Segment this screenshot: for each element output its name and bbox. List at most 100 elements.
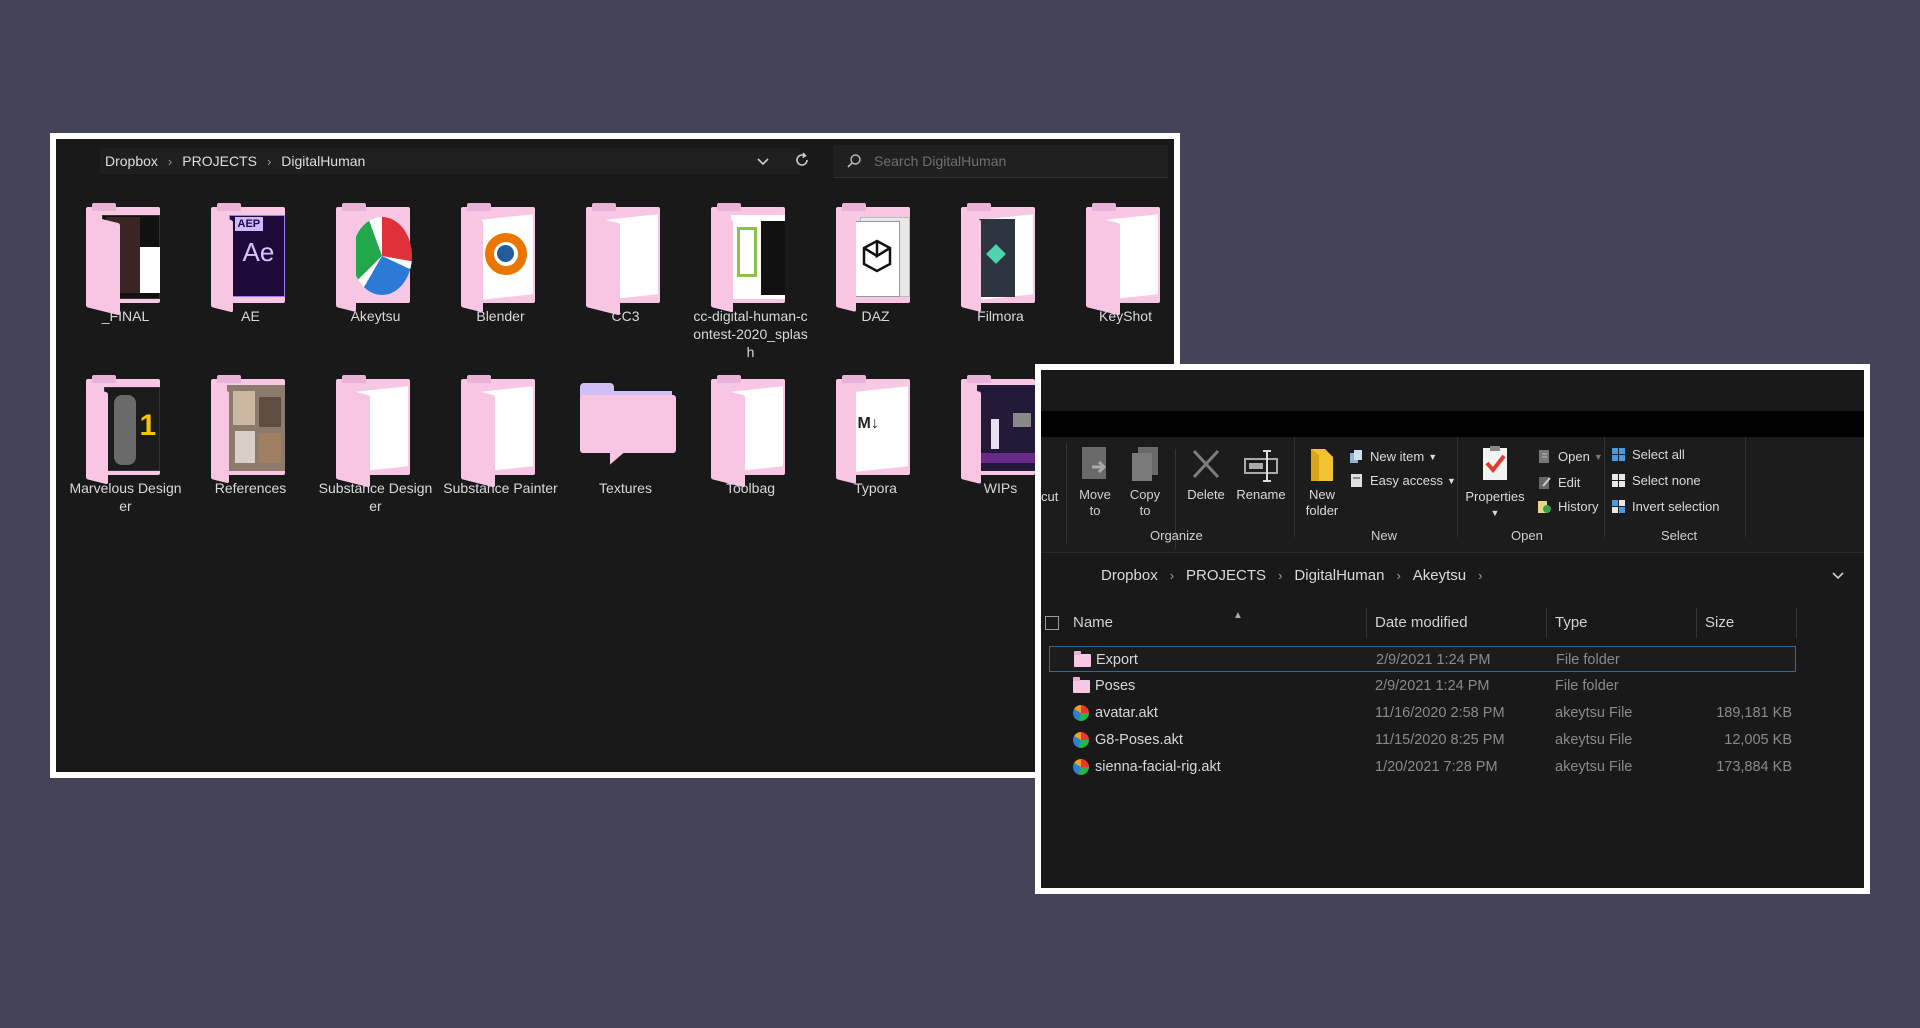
select-none-icon [1612,474,1625,487]
easy-access-button[interactable]: Easy access ▼ [1349,473,1456,488]
chevron-down-icon[interactable] [1829,566,1847,584]
folder-item[interactable]: Toolbag [693,375,808,497]
folder-item[interactable]: DAZ [818,203,933,325]
breadcrumb-projects[interactable]: PROJECTS [1186,567,1266,584]
folder-item[interactable]: cc-digital-human-contest-2020_splash [693,203,808,361]
cut-button[interactable]: cut [1041,489,1058,505]
folder-item[interactable]: CC3 [568,203,683,325]
file-size: 173,884 KB [1716,759,1792,775]
explorer-window-digitalhuman: Dropbox › PROJECTS › DigitalHuman Search… [50,133,1180,778]
folder-markdown-icon: M↓ [834,375,918,484]
chevron-right-icon: › [1278,567,1283,583]
chevron-right-icon: › [266,153,272,169]
file-row[interactable]: avatar.akt 11/16/2020 2:58 PM akeytsu Fi… [1049,700,1796,726]
folder-label: Marvelous Designer [69,480,182,514]
chevron-right-icon: › [1478,567,1483,583]
breadcrumb[interactable]: Dropbox › PROJECTS › DigitalHuman › Akey… [1095,562,1795,588]
folder-filmora-icon [959,203,1043,312]
open-button[interactable]: Open ▼ [1537,449,1603,464]
history-button[interactable]: History [1537,499,1598,514]
breadcrumb-digitalhuman[interactable]: DigitalHuman [1294,567,1384,584]
new-folder-icon [1311,449,1333,481]
folder-label: AE [241,308,260,324]
folder-after-effects-icon: AEP Ae [209,203,293,313]
folder-item[interactable]: Akeytsu [318,203,433,325]
folder-item[interactable]: Blender [443,203,558,325]
file-row[interactable]: sienna-facial-rig.akt 1/20/2021 7:28 PM … [1049,754,1796,780]
invert-selection-button[interactable]: Invert selection [1611,499,1719,514]
select-all-label: Select all [1632,447,1685,462]
rename-icon [1244,450,1278,482]
folder-item[interactable]: Substance Designer [318,375,433,515]
new-folder-label: New folder [1305,487,1339,518]
folder-cc-icon [709,203,793,313]
move-to-button[interactable]: Move to [1075,445,1115,519]
file-type: akeytsu File [1555,759,1633,775]
column-date-modified[interactable]: Date modified [1375,614,1468,631]
breadcrumb[interactable]: Dropbox › PROJECTS › DigitalHuman [100,148,800,174]
column-name[interactable]: Name ▲ [1073,610,1243,631]
file-date: 2/9/2021 1:24 PM [1375,678,1490,694]
column-type[interactable]: Type [1555,614,1588,631]
folder-item[interactable]: Textures [568,379,683,497]
folder-daz-icon [834,203,918,312]
edit-button[interactable]: Edit [1537,475,1580,490]
folder-label: KeyShot [1099,308,1152,324]
copy-to-button[interactable]: Copy to [1125,445,1165,519]
file-row[interactable]: Poses 2/9/2021 1:24 PM File folder [1049,673,1796,699]
file-row[interactable]: Export 2/9/2021 1:24 PM File folder [1049,646,1796,672]
select-none-button[interactable]: Select none [1611,473,1701,488]
folder-item[interactable]: References [193,375,308,497]
breadcrumb-projects[interactable]: PROJECTS [182,153,257,169]
folder-item[interactable]: 1 Marvelous Designer [68,375,183,515]
delete-button[interactable]: Delete [1183,445,1229,503]
invert-selection-label: Invert selection [1632,499,1720,514]
folder-wips-icon [959,375,1043,484]
folder-item[interactable]: _FINAL [68,203,183,325]
breadcrumb-digitalhuman[interactable]: DigitalHuman [281,153,365,169]
rename-button[interactable]: Rename [1234,445,1288,503]
new-folder-button[interactable]: New folder [1299,445,1345,519]
delete-icon [1192,449,1220,479]
folder-item[interactable]: KeyShot [1068,203,1174,325]
breadcrumb-dropbox[interactable]: Dropbox [105,153,158,169]
folder-item[interactable]: Filmora [943,203,1058,325]
folder-item[interactable]: M↓ Typora [818,375,933,497]
column-name-label: Name [1073,614,1114,631]
file-name: avatar.akt [1095,705,1158,721]
breadcrumb-akeytsu[interactable]: Akeytsu [1413,567,1466,584]
file-type: akeytsu File [1555,705,1633,721]
folder-label: CC3 [611,308,640,324]
folder-references-icon [209,375,293,484]
folder-icon [584,203,668,316]
edit-label: Edit [1558,475,1581,490]
chevron-right-icon: › [1169,567,1175,583]
select-none-label: Select none [1632,473,1701,488]
folder-item[interactable]: Substance Painter [443,375,558,497]
refresh-icon[interactable] [792,150,812,170]
history-label: History [1558,499,1599,514]
select-all-checkbox[interactable] [1045,616,1059,630]
edit-icon [1539,477,1551,489]
move-to-icon [1082,447,1107,479]
folder-label: Substance Painter [443,480,558,496]
new-item-button[interactable]: New item ▼ [1349,449,1437,464]
file-size: 189,181 KB [1716,705,1792,721]
folder-icon [1084,203,1168,316]
breadcrumb-dropbox[interactable]: Dropbox [1101,567,1158,584]
address-bar: Dropbox › PROJECTS › DigitalHuman › Akey… [1041,556,1864,594]
properties-button[interactable]: Properties ▼ [1463,445,1527,521]
column-size[interactable]: Size [1705,614,1734,631]
file-date: 11/15/2020 8:25 PM [1375,732,1505,748]
folder-item[interactable]: AEP Ae AE [193,203,308,325]
file-row[interactable]: G8-Poses.akt 11/15/2020 8:25 PM akeytsu … [1049,727,1796,753]
select-all-button[interactable]: Select all [1611,447,1685,462]
chevron-down-icon[interactable] [754,151,772,171]
folder-akeytsu-icon [334,203,418,312]
organize-group-label: Organize [1150,528,1203,543]
search-input[interactable]: Search DigitalHuman [833,145,1168,178]
new-item-icon [1350,450,1362,463]
search-icon [847,154,861,168]
chevron-right-icon: › [1396,567,1401,583]
explorer-window-akeytsu: cut Move to Copy to Delete Rename Organi… [1035,364,1870,894]
